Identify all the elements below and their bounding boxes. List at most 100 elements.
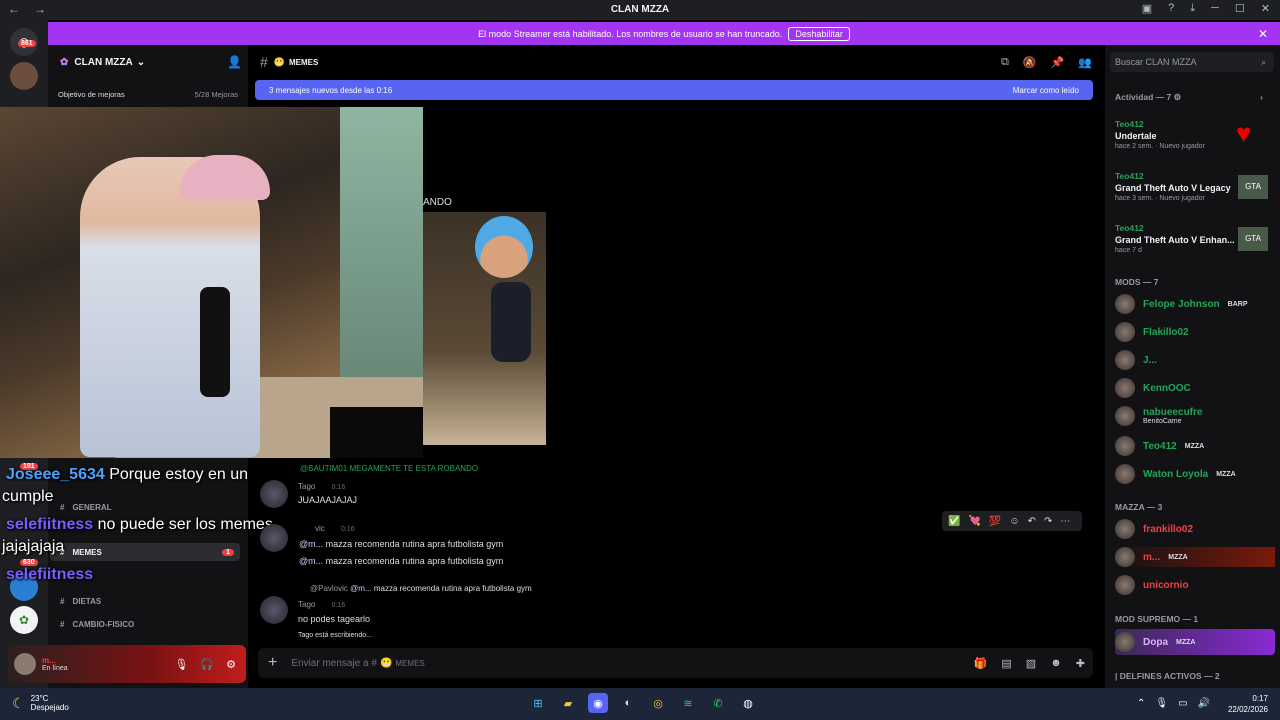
activity-item[interactable]: Teo412 Undertale hace 2 sem. · Nuevo jug… <box>1115 119 1205 150</box>
steam-icon[interactable]: ◐ <box>618 693 638 713</box>
new-messages-bar[interactable]: 3 mensajes nuevos desde las 0:16 Marcar … <box>255 80 1093 100</box>
reply-icon[interactable]: ↶ <box>1028 516 1036 527</box>
taskbar: ☾ 23°C Despejado ⊞ ▰ ◉ ◐ ◎ ≋ ✆ ◍ ⌃ 🎙 ▭ 🔊 … <box>0 688 1280 720</box>
avatar[interactable] <box>260 596 288 624</box>
volume-icon[interactable]: 🔊 <box>1198 698 1210 709</box>
channel-dietas[interactable]: # DIETAS <box>50 592 240 610</box>
member-item[interactable]: Teo412 MZZA <box>1115 436 1204 456</box>
message-composer[interactable]: + Enviar mensaje a # 😬 MEMES 🎁 ▤ ▧ ☻ ✚ <box>258 648 1093 678</box>
windows-start-icon[interactable]: ⊞ <box>528 693 548 713</box>
member-item[interactable]: Flakillo02 <box>1115 322 1189 342</box>
app-icon[interactable]: ◍ <box>738 693 758 713</box>
add-reaction-icon[interactable]: ☺ <box>1009 516 1019 527</box>
message-header-2: vic 0:16 <box>315 524 355 533</box>
activity-item[interactable]: Teo412 Grand Theft Auto V Legacy hace 3 … <box>1115 171 1231 202</box>
header-icons: ⧉ 🔕 📌 👥 <box>1001 56 1092 69</box>
whatsapp-icon[interactable]: ✆ <box>708 693 728 713</box>
member-item[interactable]: frankillo02 <box>1115 519 1193 539</box>
disable-streamer-button[interactable]: Deshabilitar <box>788 26 850 41</box>
channel-cambio-fisico[interactable]: # CAMBIO-FISICO <box>50 615 240 633</box>
chrome-icon[interactable]: ◎ <box>648 693 668 713</box>
boost-progress[interactable]: Objetivo de mejoras 5/28 Mejoras <box>58 90 238 99</box>
chevron-right-icon[interactable]: › <box>1260 92 1263 102</box>
chevron-up-icon[interactable]: ⌃ <box>1137 698 1145 709</box>
more-icon[interactable]: ⋯ <box>1060 516 1070 527</box>
server-icon-green[interactable]: ✿ <box>10 606 38 634</box>
avatar[interactable] <box>260 480 288 508</box>
emoji-picker-icon[interactable]: ☻ <box>1050 657 1062 670</box>
avatar[interactable] <box>260 524 288 552</box>
mazza-header: MAZZA — 3 <box>1115 502 1163 512</box>
inbox-icon[interactable]: ▣ <box>1142 2 1152 15</box>
settings-gear-icon[interactable]: ⚙ <box>226 658 236 671</box>
deafen-icon[interactable]: 🎧 <box>200 658 214 671</box>
boost-value: 5/28 Mejoras <box>194 90 238 99</box>
help-icon[interactable]: ? <box>1168 2 1174 15</box>
emoji-icon: 😬 <box>379 657 393 669</box>
settings-icon: ⚙ <box>1173 92 1182 102</box>
spotify-icon[interactable]: ≋ <box>678 693 698 713</box>
webcam-overlay <box>0 107 438 458</box>
download-icon[interactable]: ⤓ <box>1190 2 1195 15</box>
banner-close-icon[interactable]: ✕ <box>1258 27 1268 41</box>
reply-preview-1[interactable]: @BAUTIM01 MEGAMENTE TE ESTA ROBANDO <box>300 464 478 473</box>
reply-preview-2[interactable]: @Pavlovic @m... mazza recomenda rutina a… <box>310 584 532 593</box>
network-icon[interactable]: ▭ <box>1178 698 1187 709</box>
server-icon[interactable] <box>10 62 38 90</box>
mic-icon[interactable]: 🎙 <box>1155 698 1168 709</box>
mute-mic-icon[interactable]: 🎙 <box>174 658 188 671</box>
taskbar-icons: ⊞ ▰ ◉ ◐ ◎ ≋ ✆ ◍ <box>528 693 758 713</box>
threads-icon[interactable]: ⧉ <box>1001 56 1009 69</box>
member-item[interactable]: m... MZZA <box>1115 547 1275 567</box>
check-reaction-icon[interactable]: ✅ <box>948 516 960 527</box>
member-item[interactable]: Waton Loyola MZZA <box>1115 464 1236 484</box>
channel-name: MEMES <box>289 57 319 67</box>
server-badge-2: 630 <box>20 559 38 566</box>
member-item[interactable]: Dopa MZZA <box>1115 629 1275 655</box>
activity-header[interactable]: Actividad — 7 ⚙ <box>1115 92 1181 103</box>
channel-memes[interactable]: # MEMES 1 <box>50 543 240 561</box>
window-title: CLAN MZZA <box>610 4 670 15</box>
message-text-2a: @m... mazza recomenda rutina apra futbol… <box>299 539 504 549</box>
members-icon[interactable]: 👥 <box>1078 56 1092 69</box>
apps-icon[interactable]: ✚ <box>1076 657 1085 670</box>
supremo-header: MOD SUPREMO — 1 <box>1115 614 1199 624</box>
gif-icon[interactable]: ▤ <box>1001 657 1011 670</box>
unread-badge: 1 <box>222 548 234 556</box>
close-button[interactable]: ✕ <box>1261 2 1270 15</box>
overlay-line-5: selefiitness <box>6 566 94 583</box>
mods-header: MODS — 7 <box>1115 277 1159 287</box>
avatar-overlay <box>423 212 546 445</box>
pin-icon[interactable]: 📌 <box>1051 56 1065 69</box>
guild-header[interactable]: ✿ CLAN MZZA ⌄ 👤 <box>48 48 248 76</box>
overlay-line-4: jajajajaja <box>2 538 65 555</box>
member-item[interactable]: nabueecufre BenitoCame <box>1115 406 1202 426</box>
emoji-icon: 😬 <box>273 56 286 67</box>
search-input[interactable]: Buscar CLAN MZZA ⌕ <box>1110 52 1274 72</box>
undertale-heart-icon: ♥ <box>1236 118 1252 148</box>
reaction-icon[interactable]: 💯 <box>989 516 1001 527</box>
discord-icon[interactable]: ◉ <box>588 693 608 713</box>
forward-icon[interactable]: ↷ <box>1044 516 1052 527</box>
user-avatar[interactable] <box>14 653 36 675</box>
gift-icon[interactable]: 🎁 <box>974 657 988 670</box>
boost-label: Objetivo de mejoras <box>58 90 125 99</box>
maximize-button[interactable]: ☐ <box>1235 2 1245 15</box>
activity-item[interactable]: Teo412 Grand Theft Auto V Enhan... hace … <box>1115 223 1235 254</box>
member-item[interactable]: unicornio <box>1115 575 1189 595</box>
window-controls: ▣ ? ⤓ ─ ☐ ✕ <box>1142 2 1270 15</box>
add-member-icon[interactable]: 👤 <box>227 55 242 69</box>
weather-widget[interactable]: ☾ 23°C Despejado <box>12 694 69 712</box>
file-explorer-icon[interactable]: ▰ <box>558 693 578 713</box>
heart-reaction-icon[interactable]: 💘 <box>968 516 980 527</box>
attach-plus-icon[interactable]: + <box>268 654 277 672</box>
mute-icon[interactable]: 🔕 <box>1023 56 1037 69</box>
member-item[interactable]: Felope Johnson BARP <box>1115 294 1248 314</box>
member-item[interactable]: KennOOC <box>1115 378 1191 398</box>
clock[interactable]: 0:17 22/02/2026 <box>1228 693 1268 715</box>
channel-general[interactable]: # GENERAL <box>50 498 240 516</box>
minimize-button[interactable]: ─ <box>1211 2 1219 15</box>
sticker-icon[interactable]: ▧ <box>1026 657 1036 670</box>
mark-read-button[interactable]: Marcar como leído <box>1013 86 1079 95</box>
member-item[interactable]: J... <box>1115 350 1157 370</box>
